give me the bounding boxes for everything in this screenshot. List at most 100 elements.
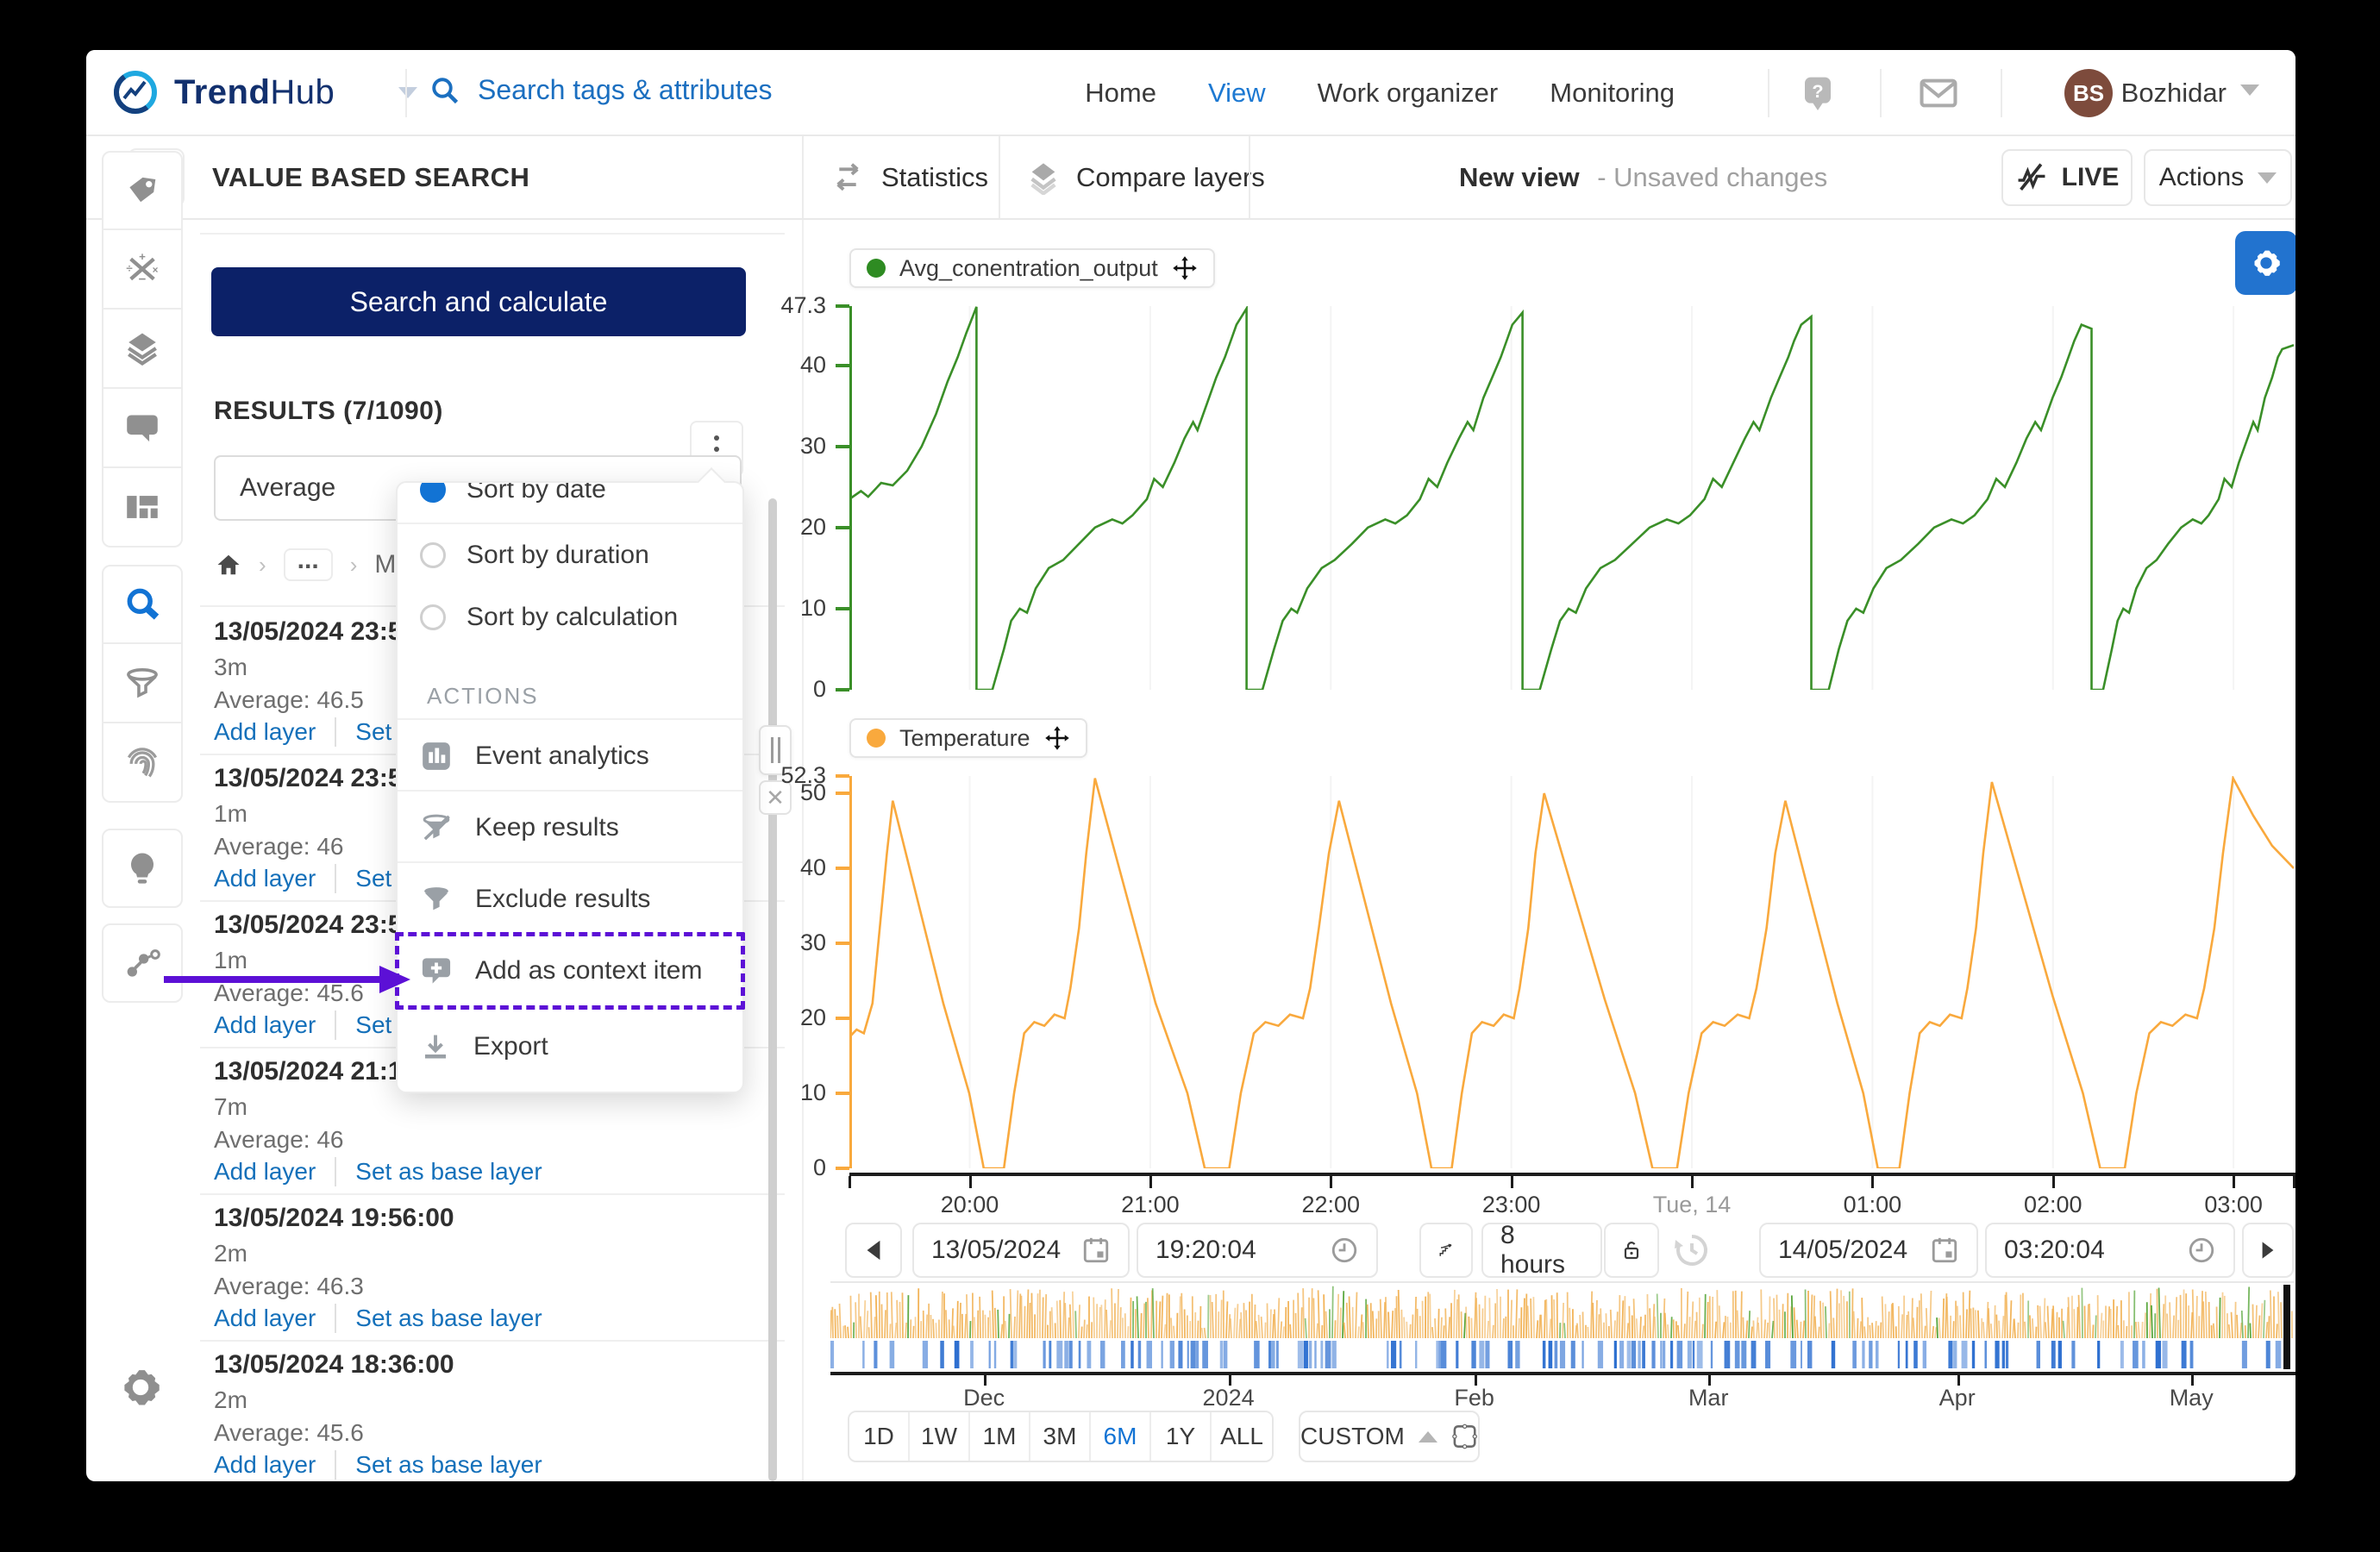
start-date-field[interactable]: 13/05/2024: [912, 1223, 1130, 1278]
live-toggle-button[interactable]: LIVE: [2001, 149, 2133, 206]
pan-right-button[interactable]: [2242, 1223, 2294, 1278]
x-tick: [1330, 1176, 1333, 1188]
y-axis-label: 30: [799, 929, 826, 955]
chart-style-button[interactable]: [1419, 1223, 1473, 1278]
avatar[interactable]: BS: [2064, 69, 2113, 117]
actions-button[interactable]: Actions: [2144, 149, 2292, 206]
sidebar-item-comments[interactable]: [102, 389, 183, 468]
menu-item-exclude-results[interactable]: Exclude results: [398, 863, 742, 935]
history-reset-button[interactable]: [1671, 1230, 1713, 1275]
overview-results-strip[interactable]: [830, 1341, 2294, 1368]
svg-text:×: ×: [153, 265, 159, 276]
overview-month-label: Mar: [1688, 1385, 1729, 1411]
preset-6m[interactable]: 6M: [1091, 1412, 1151, 1461]
y-tick: [836, 606, 849, 610]
selection-box-icon[interactable]: [1451, 1422, 1478, 1451]
settings-button[interactable]: [116, 1362, 166, 1417]
x-axis-label: 01:00: [1843, 1192, 1902, 1217]
brand-caret-icon[interactable]: [398, 86, 418, 98]
context-network-icon: [127, 949, 160, 977]
temperature-chart-plot[interactable]: [849, 776, 2294, 1168]
sidebar-item-tags[interactable]: [102, 151, 183, 230]
preset-1w[interactable]: 1W: [910, 1412, 970, 1461]
y-axis-label: 10: [799, 1080, 826, 1105]
preset-1m[interactable]: 1M: [970, 1412, 1030, 1461]
sidebar-item-layers[interactable]: [102, 310, 183, 389]
end-date-field[interactable]: 14/05/2024: [1759, 1223, 1978, 1278]
nav-item-view[interactable]: View: [1208, 78, 1266, 109]
sidebar-item-filter[interactable]: [102, 644, 183, 723]
menu-item-sort-by-date[interactable]: Sort by date: [398, 483, 742, 523]
menu-item-add-as-context-item[interactable]: Add as context item: [398, 935, 742, 1006]
y-axis: [849, 306, 852, 690]
menu-item-keep-results[interactable]: Keep results: [398, 792, 742, 863]
set-base-layer-link[interactable]: Set as base layer: [355, 1158, 542, 1186]
step-chart-icon: [1439, 1243, 1452, 1256]
divider: [1768, 69, 1769, 117]
chart-gear-icon: [2254, 250, 2280, 276]
statistics-label: Statistics: [881, 161, 989, 192]
compare-layers-button[interactable]: Compare layers: [1026, 136, 1265, 218]
chart-settings-button[interactable]: [2235, 231, 2295, 295]
sidebar-item-calculations[interactable]: + ÷ × −: [102, 230, 183, 310]
preset-all[interactable]: ALL: [1212, 1412, 1272, 1461]
concentration-chart-plot[interactable]: [849, 306, 2294, 690]
search-input[interactable]: Search tags & attributes: [429, 74, 773, 106]
set-base-layer-link[interactable]: Set as base layer: [355, 1305, 542, 1332]
sidebar-item-context[interactable]: [102, 923, 183, 1003]
add-layer-link[interactable]: Add layer: [214, 718, 316, 746]
menu-item-event-analytics[interactable]: Event analytics: [398, 720, 742, 792]
result-date: 13/05/2024 21:1: [214, 1057, 403, 1086]
breadcrumb-home-icon[interactable]: [216, 552, 241, 578]
legend-temperature[interactable]: Temperature: [849, 718, 1087, 758]
add-layer-link[interactable]: Add layer: [214, 1158, 316, 1186]
menu-item-sort-by-calculation[interactable]: Sort by calculation: [398, 586, 742, 648]
duration-button[interactable]: 8 hours: [1481, 1221, 1602, 1279]
user-name[interactable]: Bozhidar: [2121, 78, 2227, 109]
overview-selection-marker[interactable]: [2283, 1285, 2290, 1369]
legend-avg-concentration[interactable]: Avg_conentration_output: [849, 248, 1215, 288]
custom-range-button[interactable]: CUSTOM: [1299, 1411, 1480, 1462]
nav-item-monitoring[interactable]: Monitoring: [1550, 78, 1675, 109]
move-handle-icon[interactable]: [1172, 255, 1198, 281]
panel-scrollbar[interactable]: [768, 498, 777, 1481]
add-layer-link[interactable]: Add layer: [214, 1305, 316, 1332]
user-menu-caret-icon[interactable]: [2240, 84, 2259, 96]
nav-item-work-organizer[interactable]: Work organizer: [1318, 78, 1499, 109]
sidebar-item-recommendations[interactable]: [102, 829, 183, 908]
messages-button[interactable]: [1918, 72, 1959, 114]
lock-duration-button[interactable]: [1604, 1223, 1659, 1278]
sidebar-item-dashboard[interactable]: [102, 468, 183, 548]
add-layer-link[interactable]: Add layer: [214, 1451, 316, 1479]
x-axis-label: Tue, 14: [1652, 1192, 1732, 1217]
nav-item-home[interactable]: Home: [1085, 78, 1156, 109]
search-placeholder: Search tags & attributes: [478, 74, 773, 105]
statistics-button[interactable]: Statistics: [830, 136, 988, 218]
app-window: TrendHub Search tags & attributes Home V…: [86, 50, 2295, 1481]
y-axis-label: 0: [812, 1155, 826, 1180]
search-and-calculate-button[interactable]: Search and calculate: [211, 267, 746, 336]
sidebar-item-search[interactable]: [102, 565, 183, 644]
menu-item-export[interactable]: Export: [398, 1011, 742, 1082]
gear-icon: [124, 1370, 160, 1405]
preset-1d[interactable]: 1D: [849, 1412, 910, 1461]
start-time-field[interactable]: 19:20:04: [1137, 1223, 1378, 1278]
sidebar-item-fingerprint[interactable]: [102, 723, 183, 803]
x-axis-label: 21:00: [1121, 1192, 1180, 1217]
set-base-layer-link[interactable]: Set as base layer: [355, 1451, 542, 1479]
pan-left-button[interactable]: [845, 1223, 902, 1278]
brand-logo[interactable]: TrendHub: [112, 69, 418, 116]
preset-3m[interactable]: 3M: [1030, 1412, 1091, 1461]
add-layer-link[interactable]: Add layer: [214, 865, 316, 892]
breadcrumb-ellipsis[interactable]: ...: [283, 548, 333, 581]
move-handle-icon[interactable]: [1044, 725, 1070, 751]
overview-density-chart[interactable]: [830, 1285, 2294, 1338]
x-tick: [2293, 1176, 2295, 1188]
help-button[interactable]: ?: [1797, 72, 1838, 114]
add-layer-link[interactable]: Add layer: [214, 1011, 316, 1039]
menu-item-sort-by-duration[interactable]: Sort by duration: [398, 524, 742, 586]
preset-1y[interactable]: 1Y: [1151, 1412, 1212, 1461]
end-time-field[interactable]: 03:20:04: [1985, 1223, 2235, 1278]
result-item[interactable]: 13/05/2024 19:56:00 2m Average: 46.3 Add…: [214, 1195, 766, 1342]
result-item[interactable]: 13/05/2024 18:36:00 2m Average: 45.6 Add…: [214, 1342, 766, 1481]
